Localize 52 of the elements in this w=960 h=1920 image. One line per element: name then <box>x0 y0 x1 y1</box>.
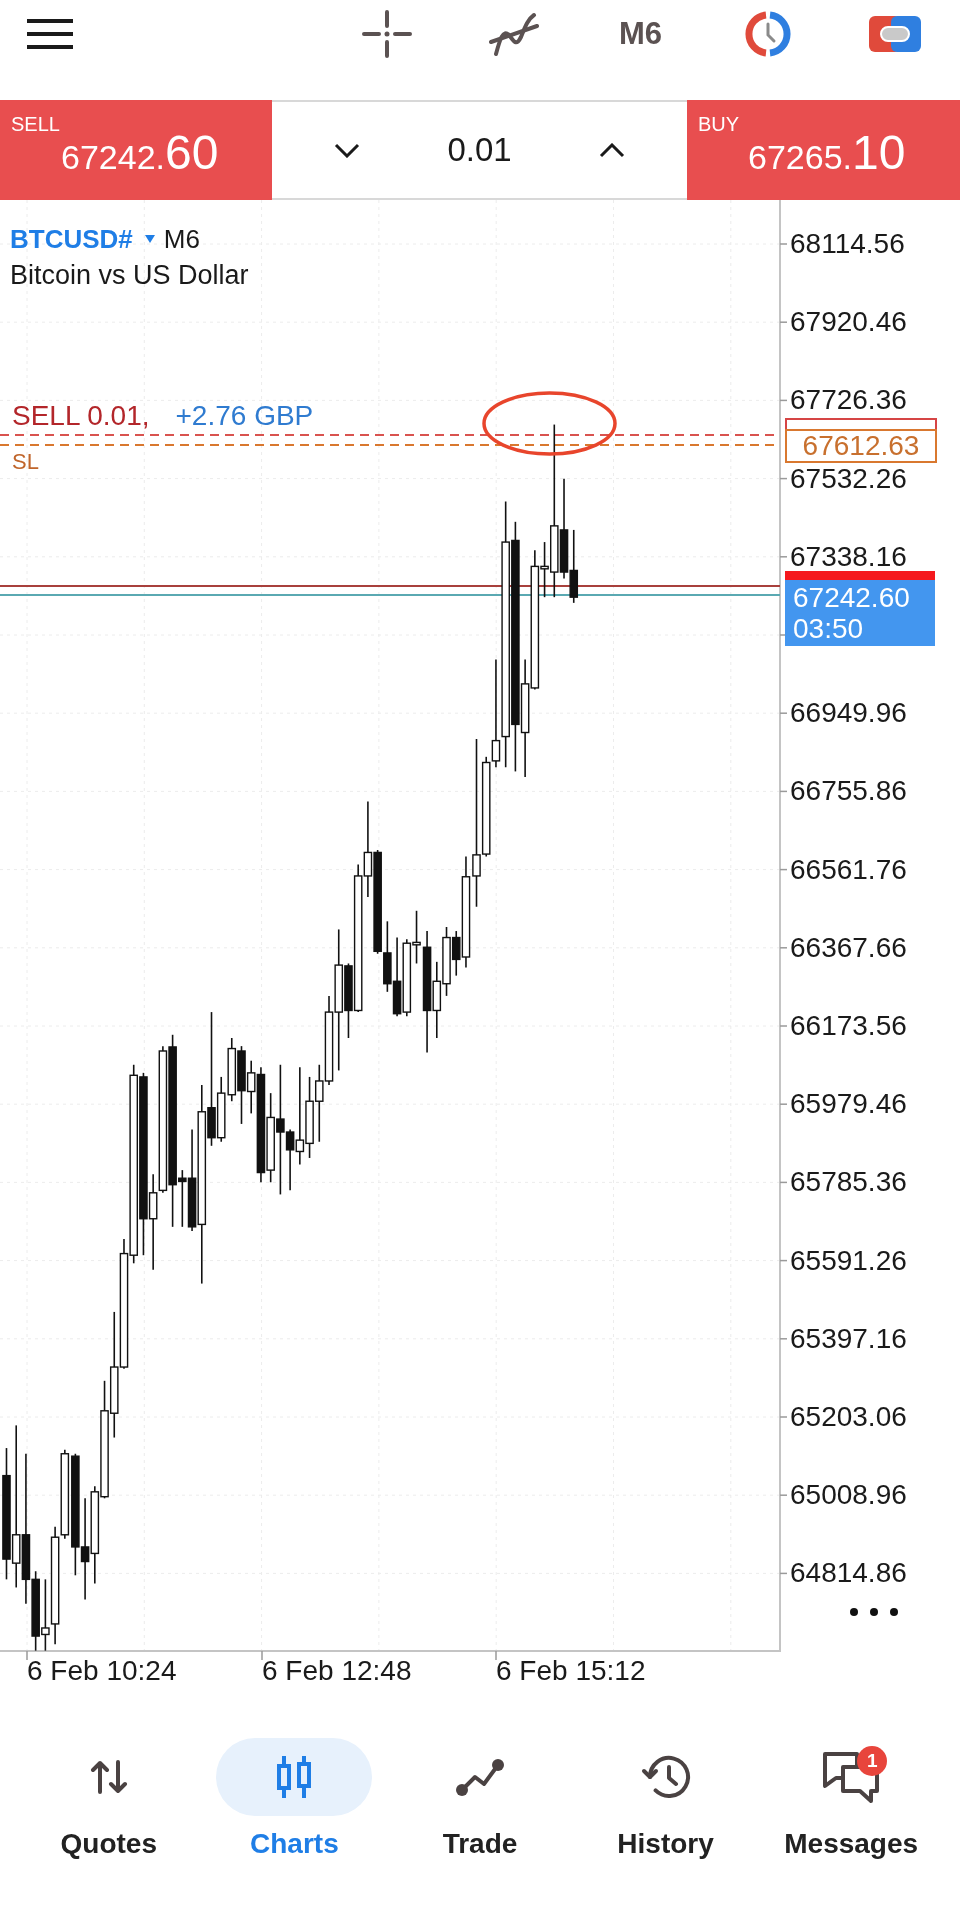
nav-tab[interactable]: Trade <box>387 1738 573 1861</box>
profit-value: +2.76 GBP <box>175 401 314 431</box>
price-axis-label: 65591.26 <box>790 1246 907 1275</box>
menu-icon[interactable] <box>27 19 73 49</box>
price-axis-label: 64814.86 <box>790 1559 907 1588</box>
toggle-icon[interactable] <box>868 16 921 52</box>
crosshair-icon[interactable] <box>361 10 412 58</box>
up-down-arrows-icon <box>88 1759 129 1795</box>
dropdown-icon[interactable] <box>144 235 155 243</box>
timeframe-button[interactable]: M6 <box>618 17 663 51</box>
price-axis-label: 67726.36 <box>790 386 907 415</box>
price-axis-label: 66367.66 <box>790 933 907 962</box>
symbol-name[interactable]: BTCUSD# <box>10 224 133 254</box>
more-icon[interactable] <box>850 1608 898 1616</box>
notification-badge: 1 <box>857 1746 888 1776</box>
stop-loss-label: SL <box>12 450 39 474</box>
volume-value[interactable]: 0.01 <box>447 131 512 169</box>
price-axis-label: 67920.46 <box>790 308 907 337</box>
candle <box>227 1037 237 1103</box>
chevron-down-icon[interactable] <box>334 142 360 158</box>
price-axis-label: 68114.56 <box>790 230 905 258</box>
clock-icon[interactable] <box>742 10 793 58</box>
nav-tab[interactable]: Charts <box>201 1738 388 1861</box>
price-axis-label: 66561.76 <box>790 855 907 884</box>
bar-countdown: 03:50 <box>793 613 864 644</box>
chevron-up-icon[interactable] <box>599 142 625 158</box>
price-axis-label: 66949.96 <box>790 699 907 728</box>
price-axis-label: 66755.86 <box>790 777 907 806</box>
timeframe-label: M6 <box>163 224 200 254</box>
price-axis-label: 67338.16 <box>790 542 907 571</box>
stop-loss-price-tag: 67612.63 <box>785 429 937 463</box>
price-axis-label: 65979.46 <box>790 1090 907 1119</box>
nav-tab[interactable]: Quotes <box>16 1738 202 1861</box>
nav-tab[interactable]: History <box>572 1738 759 1861</box>
buy-button[interactable]: BUY 67265.10 <box>687 100 960 200</box>
price-axis-label: 65785.36 <box>790 1168 907 1197</box>
bid-price: 67242.60 <box>793 582 910 613</box>
history-icon <box>640 1754 691 1800</box>
nav-tab[interactable]: 1 Messages <box>758 1738 944 1861</box>
wave-line-icon[interactable] <box>487 11 540 57</box>
time-axis-label: 6 Feb 10:24 <box>27 1655 177 1687</box>
symbol-description: Bitcoin vs US Dollar <box>10 259 249 291</box>
price-axis-label: 67532.26 <box>790 464 907 493</box>
sell-button[interactable]: SELL 67242.60 <box>0 100 272 200</box>
price-axis-label: 65397.16 <box>790 1324 907 1353</box>
time-axis-label: 6 Feb 12:48 <box>262 1655 412 1687</box>
price-axis-label: 65008.96 <box>790 1481 907 1510</box>
price-axis-label: 66173.56 <box>790 1012 907 1040</box>
line-chart-icon <box>455 1757 505 1797</box>
time-axis-label: 6 Feb 15:12 <box>496 1655 646 1687</box>
position-label: SELL 0.01, <box>12 401 150 431</box>
price-axis-label: 65203.06 <box>790 1403 907 1431</box>
